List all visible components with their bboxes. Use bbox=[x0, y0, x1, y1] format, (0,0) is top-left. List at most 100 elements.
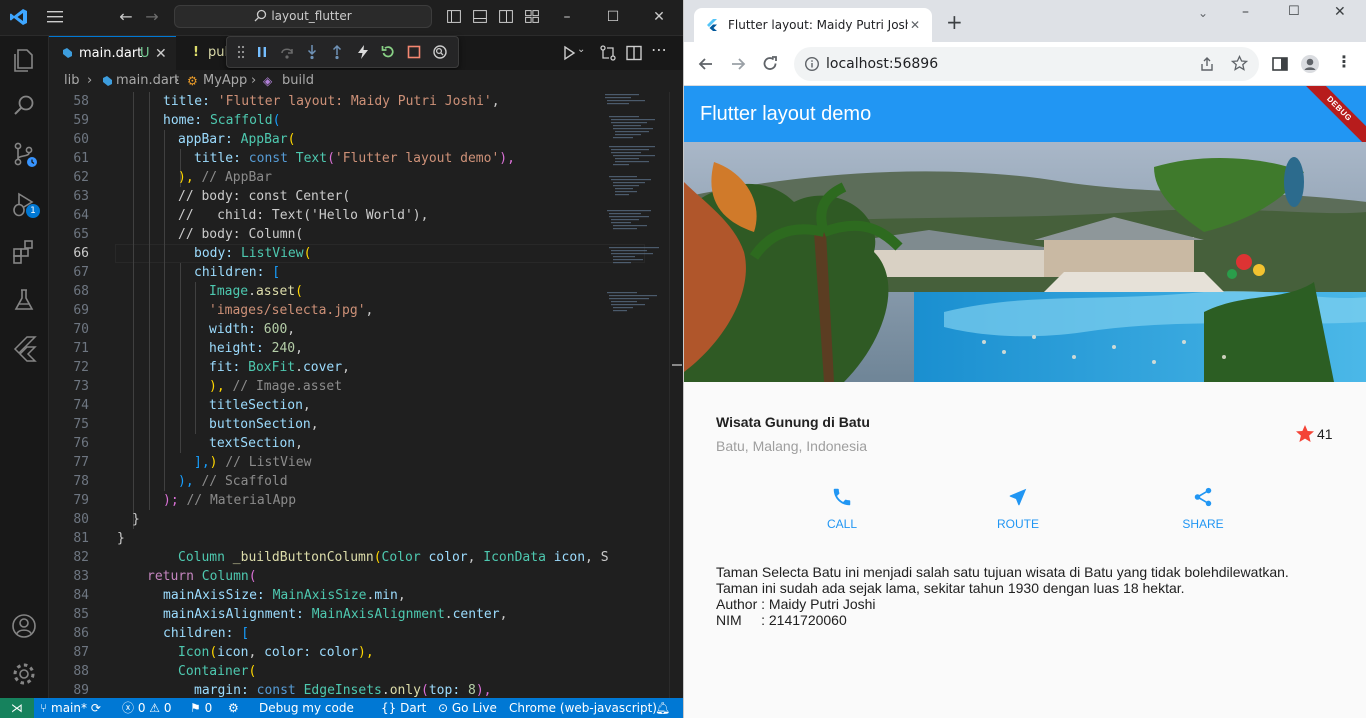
debug-config-status[interactable]: Debug my code bbox=[259, 698, 354, 718]
dart-file-icon bbox=[103, 76, 112, 86]
dart-status[interactable]: {} Dart bbox=[381, 698, 426, 718]
site-info-icon[interactable] bbox=[804, 56, 820, 72]
restart-icon[interactable] bbox=[380, 44, 396, 60]
warning-count: 0 bbox=[163, 701, 172, 715]
extensions-icon[interactable] bbox=[10, 238, 38, 266]
device-status[interactable]: Chrome (web-javascript) bbox=[509, 698, 657, 718]
maximize-button[interactable]: ☐ bbox=[1288, 4, 1300, 19]
share-page-icon[interactable] bbox=[1199, 56, 1215, 72]
close-window-button[interactable]: ✕ bbox=[648, 8, 670, 26]
breadcrumb-separator-icon: › bbox=[174, 73, 180, 88]
problems-status[interactable]: ⓧ 0 ⚠ 0 bbox=[122, 698, 172, 718]
tab-main-dart[interactable]: main.dart U ✕ bbox=[49, 36, 176, 70]
code-line: 69'images/selecta.jpg', bbox=[73, 303, 374, 318]
search-icon bbox=[254, 9, 267, 22]
branch-status[interactable]: ⑂ main* ⟳ bbox=[40, 698, 101, 718]
settings-gear-icon[interactable] bbox=[10, 660, 38, 688]
flutter-icon[interactable] bbox=[10, 334, 38, 362]
search-view-icon[interactable] bbox=[10, 92, 38, 120]
back-arrow-icon[interactable]: ← bbox=[117, 8, 135, 26]
step-into-icon[interactable] bbox=[304, 44, 320, 60]
code-line: 61 title: const Text('Flutter layout demo… bbox=[73, 151, 515, 166]
editor-scrollbar[interactable] bbox=[669, 92, 684, 698]
tab-label: main.dart bbox=[79, 46, 143, 61]
browser-tab[interactable]: Flutter layout: Maidy Putri Joshi ✕ bbox=[694, 8, 932, 42]
profile-avatar-icon[interactable] bbox=[1300, 54, 1320, 74]
chrome-menu-icon[interactable]: ⋮ bbox=[1336, 52, 1352, 71]
more-actions-icon[interactable]: ⋯ bbox=[651, 40, 667, 59]
hot-reload-icon[interactable] bbox=[355, 44, 371, 60]
forward-icon[interactable] bbox=[728, 54, 748, 74]
step-out-icon[interactable] bbox=[329, 44, 345, 60]
app-bar-title: Flutter layout demo bbox=[700, 103, 872, 125]
reload-icon[interactable] bbox=[760, 54, 780, 74]
toggle-sidebar-icon[interactable] bbox=[447, 10, 461, 23]
close-window-button[interactable]: ✕ bbox=[1334, 4, 1346, 20]
code-line: 89 margin: const EdgeInsets.only(top: 8), bbox=[73, 683, 492, 698]
status-bar: ⋊ ⑂ main* ⟳ ⓧ 0 ⚠ 0 ⚑ 0 ⚙ Debug my code … bbox=[0, 698, 683, 718]
side-panel-icon[interactable] bbox=[1270, 54, 1290, 74]
route-button[interactable]: ROUTE bbox=[978, 486, 1058, 531]
warning-file-icon: ! bbox=[193, 45, 199, 60]
maximize-button[interactable]: ☐ bbox=[602, 8, 624, 26]
split-editor-icon[interactable] bbox=[625, 44, 643, 62]
chrome-window: Flutter layout: Maidy Putri Joshi ✕ + ⌄ … bbox=[683, 0, 1366, 718]
toggle-panel-icon[interactable] bbox=[473, 10, 487, 23]
debug-status-icon[interactable]: ⚙ bbox=[228, 698, 239, 718]
activity-bar: 1 bbox=[0, 36, 49, 698]
code-editor[interactable]: 58 title: 'Flutter layout: Maidy Putri Jo… bbox=[49, 92, 683, 698]
minimize-button[interactable]: – bbox=[556, 8, 578, 26]
dart-file-icon bbox=[63, 48, 72, 58]
drag-handle-icon[interactable] bbox=[233, 44, 249, 60]
explorer-icon[interactable] bbox=[10, 46, 38, 74]
testing-icon[interactable] bbox=[10, 286, 38, 314]
breadcrumb-lib[interactable]: lib bbox=[64, 70, 79, 92]
language-label: Dart bbox=[400, 701, 427, 715]
compare-changes-icon[interactable] bbox=[599, 44, 617, 62]
code-line: 62), // AppBar bbox=[73, 170, 272, 185]
forward-arrow-icon[interactable]: → bbox=[143, 8, 161, 26]
run-icon[interactable] bbox=[560, 44, 578, 62]
share-button[interactable]: SHARE bbox=[1163, 486, 1243, 531]
code-line: 75 buttonSection, bbox=[73, 417, 319, 432]
method-symbol-icon: ◈ bbox=[263, 74, 273, 88]
vscode-titlebar: ← → layout_flutter – ☐ ✕ bbox=[0, 0, 683, 36]
share-label: SHARE bbox=[1182, 517, 1224, 531]
stop-icon[interactable] bbox=[406, 44, 422, 60]
toggle-secondary-sidebar-icon[interactable] bbox=[499, 10, 513, 23]
go-live-status[interactable]: ⊙ Go Live bbox=[438, 698, 497, 718]
command-center-search[interactable]: layout_flutter bbox=[174, 5, 432, 28]
step-over-icon[interactable] bbox=[279, 44, 295, 60]
tab-status: U bbox=[140, 46, 150, 61]
favorite-star-icon[interactable] bbox=[1295, 424, 1315, 444]
call-button[interactable]: CALL bbox=[802, 486, 882, 531]
close-tab-icon[interactable]: ✕ bbox=[910, 8, 920, 42]
minimize-button[interactable]: – bbox=[1242, 4, 1249, 20]
bookmark-star-icon[interactable] bbox=[1231, 55, 1248, 72]
accounts-icon[interactable] bbox=[10, 612, 38, 640]
remote-indicator-icon[interactable]: ⋊ bbox=[0, 698, 34, 718]
tab-search-icon[interactable]: ⌄ bbox=[1198, 6, 1208, 20]
minimap[interactable] bbox=[603, 92, 667, 332]
devtools-icon[interactable] bbox=[432, 44, 448, 60]
description-line: Taman ini sudah ada sejak lama, sekitar … bbox=[716, 580, 1185, 596]
go-live-label: Go Live bbox=[451, 701, 497, 715]
address-bar[interactable]: localhost:56896 bbox=[794, 47, 1259, 81]
breadcrumb-file[interactable]: main.dart bbox=[116, 70, 179, 92]
code-line: 58 title: 'Flutter layout: Maidy Putri Jo… bbox=[73, 94, 500, 109]
search-text: layout_flutter bbox=[271, 9, 352, 23]
notifications-bell-icon[interactable]: 🔔︎ bbox=[655, 698, 670, 718]
close-tab-icon[interactable]: ✕ bbox=[155, 37, 167, 71]
menu-icon[interactable] bbox=[46, 10, 64, 24]
run-dropdown-icon[interactable]: ⌄ bbox=[577, 44, 585, 55]
pause-icon[interactable] bbox=[254, 44, 270, 60]
info-status[interactable]: ⚑ 0 bbox=[190, 698, 212, 718]
place-location: Batu, Malang, Indonesia bbox=[716, 438, 867, 454]
breadcrumb-class[interactable]: MyApp bbox=[203, 70, 247, 92]
customize-layout-icon[interactable] bbox=[525, 10, 539, 23]
back-icon[interactable] bbox=[696, 54, 716, 74]
new-tab-button[interactable]: + bbox=[946, 12, 963, 32]
call-label: CALL bbox=[826, 517, 858, 531]
breadcrumb-method[interactable]: build bbox=[282, 70, 314, 92]
source-control-icon[interactable] bbox=[10, 140, 38, 168]
